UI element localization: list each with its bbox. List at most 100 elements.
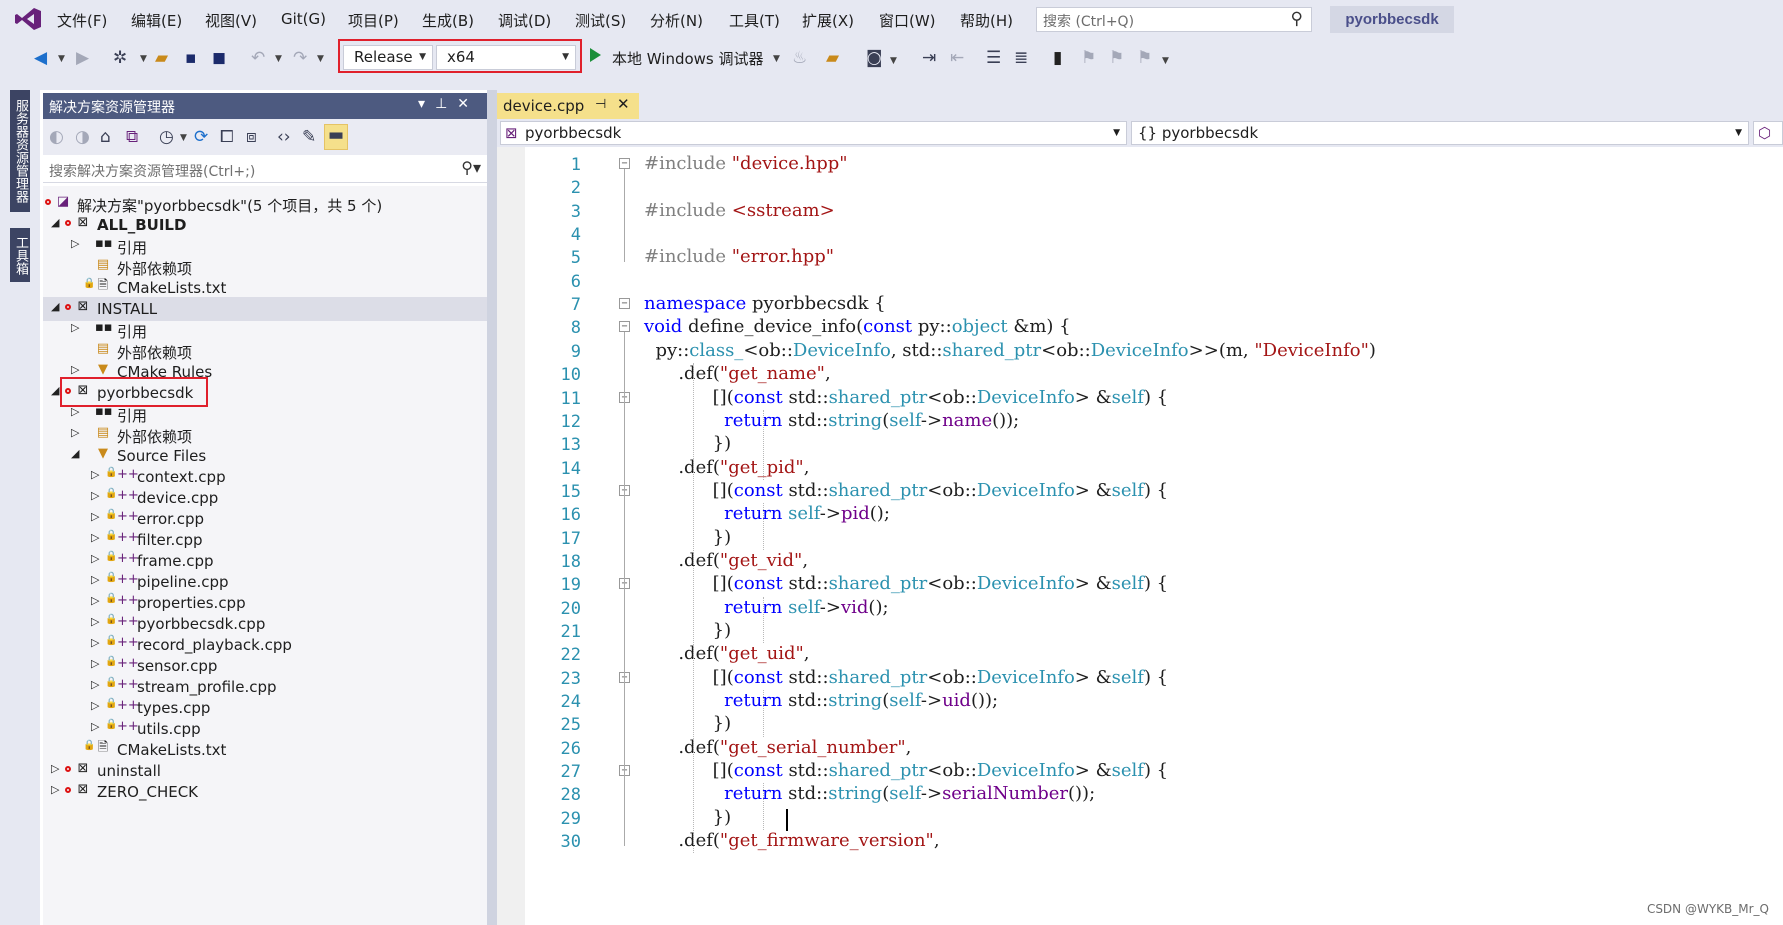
- chevron-down-icon[interactable]: ▼: [317, 54, 324, 64]
- hot-reload-icon[interactable]: ♨: [792, 48, 807, 68]
- toolbar-overflow-icon[interactable]: ▼: [1162, 56, 1169, 66]
- expand-arrow-icon[interactable]: ◢: [51, 384, 59, 397]
- quick-launch-search[interactable]: 搜索 (Ctrl+Q) ⚲: [1036, 7, 1312, 32]
- collapse-arrow-icon[interactable]: ▷: [91, 699, 99, 712]
- menu-project[interactable]: 项目(P): [348, 10, 399, 31]
- collapse-arrow-icon[interactable]: ▷: [71, 426, 79, 439]
- start-debugging-icon[interactable]: [590, 48, 601, 62]
- toolbox-tab[interactable]: 工具箱: [10, 228, 30, 282]
- show-all-files-icon[interactable]: ⧈: [246, 127, 257, 147]
- fold-toggle-icon[interactable]: −: [619, 158, 630, 169]
- collapse-arrow-icon[interactable]: ▷: [71, 363, 79, 376]
- menu-extensions[interactable]: 扩展(X): [802, 10, 854, 31]
- namespace-scope-select[interactable]: {} pyorbbecsdk ▼: [1131, 121, 1749, 145]
- collapse-arrow-icon[interactable]: ▷: [91, 636, 99, 649]
- capture-icon[interactable]: ◙: [866, 48, 883, 68]
- navigate-back-icon[interactable]: ◀: [34, 48, 47, 68]
- panel-splitter[interactable]: [487, 90, 497, 925]
- sync-icon[interactable]: ⟳: [194, 127, 208, 147]
- forward-icon[interactable]: ◑: [75, 127, 90, 147]
- close-icon[interactable]: ✕: [617, 95, 630, 113]
- tree-item-label: utils.cpp: [137, 720, 201, 738]
- collapse-arrow-icon[interactable]: ▷: [91, 531, 99, 544]
- lock-icon: 🔒: [105, 572, 118, 583]
- chevron-down-icon[interactable]: ▼: [773, 54, 780, 64]
- previous-bookmark-icon[interactable]: ⚑: [1081, 48, 1096, 68]
- home-icon[interactable]: ⌂: [100, 127, 111, 147]
- project-scope-select[interactable]: ⊠ pyorbbecsdk ▼: [500, 121, 1127, 145]
- expand-arrow-icon[interactable]: ◢: [71, 447, 79, 460]
- menu-build[interactable]: 生成(B): [422, 10, 474, 31]
- next-bookmark-icon[interactable]: ⚑: [1109, 48, 1124, 68]
- chevron-down-icon[interactable]: ▼: [180, 133, 187, 143]
- expand-arrow-icon[interactable]: ◢: [51, 216, 59, 229]
- collapse-arrow-icon[interactable]: ▷: [71, 237, 79, 250]
- pin-icon[interactable]: ⊥: [435, 96, 457, 112]
- tab-device-cpp[interactable]: device.cpp ⊣ ✕: [497, 93, 639, 119]
- menu-tools[interactable]: 工具(T): [729, 10, 780, 31]
- server-explorer-tab[interactable]: 服务器资源管理器: [10, 90, 30, 212]
- collapse-all-icon[interactable]: ⧠: [220, 127, 234, 147]
- fold-toggle-icon[interactable]: −: [619, 298, 630, 310]
- member-scope-select[interactable]: ⬡: [1753, 121, 1783, 145]
- expand-arrow-icon[interactable]: ◢: [51, 300, 59, 313]
- switch-views-icon[interactable]: ⧉: [126, 127, 138, 147]
- navigate-forward-icon[interactable]: ▶: [76, 48, 89, 68]
- collapse-arrow-icon[interactable]: ▷: [91, 510, 99, 523]
- fold-toggle-icon[interactable]: −: [619, 321, 630, 333]
- uncomment-lines-icon[interactable]: ≣: [1014, 48, 1028, 68]
- step-over-icon[interactable]: ⇥: [922, 48, 936, 68]
- menu-git[interactable]: Git(G): [281, 10, 326, 28]
- collapse-arrow-icon[interactable]: ▷: [91, 720, 99, 733]
- collapse-arrow-icon[interactable]: ▷: [51, 783, 59, 796]
- menu-debug[interactable]: 调试(D): [498, 10, 551, 31]
- browse-folder-icon[interactable]: ▰: [826, 48, 839, 68]
- menu-edit[interactable]: 编辑(E): [131, 10, 182, 31]
- menu-file[interactable]: 文件(F): [57, 10, 107, 31]
- collapse-arrow-icon[interactable]: ▷: [91, 678, 99, 691]
- code-editor[interactable]: 1 #include "device.hpp" 2 3 #include <sstrea…: [497, 147, 1783, 925]
- chevron-down-icon[interactable]: ▼: [58, 54, 65, 64]
- clear-bookmarks-icon[interactable]: ⚑: [1137, 48, 1152, 68]
- new-project-icon[interactable]: ✲: [113, 48, 127, 68]
- preview-selected-icon[interactable]: ▬: [324, 124, 348, 150]
- step-out-icon[interactable]: ⇤: [950, 48, 964, 68]
- collapse-arrow-icon[interactable]: ▷: [71, 321, 79, 334]
- menu-window[interactable]: 窗口(W): [879, 10, 936, 31]
- chevron-down-icon[interactable]: ▼: [140, 54, 147, 64]
- chevron-down-icon[interactable]: ▼: [275, 54, 282, 64]
- collapse-arrow-icon[interactable]: ▷: [91, 615, 99, 628]
- menu-analyze[interactable]: 分析(N): [650, 10, 703, 31]
- pending-changes-icon[interactable]: ◷: [159, 127, 174, 147]
- collapse-arrow-icon[interactable]: ▷: [91, 594, 99, 607]
- menu-help[interactable]: 帮助(H): [960, 10, 1013, 31]
- collapse-arrow-icon[interactable]: ▷: [91, 657, 99, 670]
- code-view-icon[interactable]: ‹›: [277, 127, 291, 147]
- collapse-arrow-icon[interactable]: ▷: [91, 552, 99, 565]
- collapse-arrow-icon[interactable]: ▷: [91, 573, 99, 586]
- open-file-icon[interactable]: ▰: [155, 48, 168, 68]
- solution-explorer-search[interactable]: 搜索解决方案资源管理器(Ctrl+;) ⚲▾: [43, 157, 487, 183]
- back-icon[interactable]: ◐: [49, 127, 64, 147]
- collapse-arrow-icon[interactable]: ▷: [91, 468, 99, 481]
- tree-item-project[interactable]: ▷ ⊠ ZERO_CHECK: [43, 780, 487, 804]
- undo-icon[interactable]: ↶: [251, 48, 265, 68]
- bookmark-icon[interactable]: ▮: [1053, 48, 1062, 68]
- menu-view[interactable]: 视图(V): [205, 10, 257, 31]
- comment-lines-icon[interactable]: ☰: [986, 48, 1001, 68]
- chevron-down-icon[interactable]: ▼: [890, 56, 897, 66]
- indicator-margin[interactable]: [497, 147, 525, 925]
- properties-wrench-icon[interactable]: ✎: [302, 127, 316, 147]
- save-all-icon[interactable]: ◼: [212, 48, 226, 68]
- collapse-arrow-icon[interactable]: ▷: [71, 405, 79, 418]
- close-icon[interactable]: ✕: [457, 96, 479, 112]
- save-icon[interactable]: ▪: [185, 48, 197, 68]
- collapse-arrow-icon[interactable]: ▷: [91, 489, 99, 502]
- pin-icon[interactable]: ⊣: [595, 97, 606, 112]
- start-debugging-button[interactable]: 本地 Windows 调试器: [612, 48, 764, 69]
- dropdown-icon[interactable]: ▾: [418, 96, 435, 112]
- redo-icon[interactable]: ↷: [293, 48, 307, 68]
- visual-studio-logo-icon[interactable]: [14, 7, 42, 31]
- collapse-arrow-icon[interactable]: ▷: [51, 762, 59, 775]
- menu-test[interactable]: 测试(S): [575, 10, 626, 31]
